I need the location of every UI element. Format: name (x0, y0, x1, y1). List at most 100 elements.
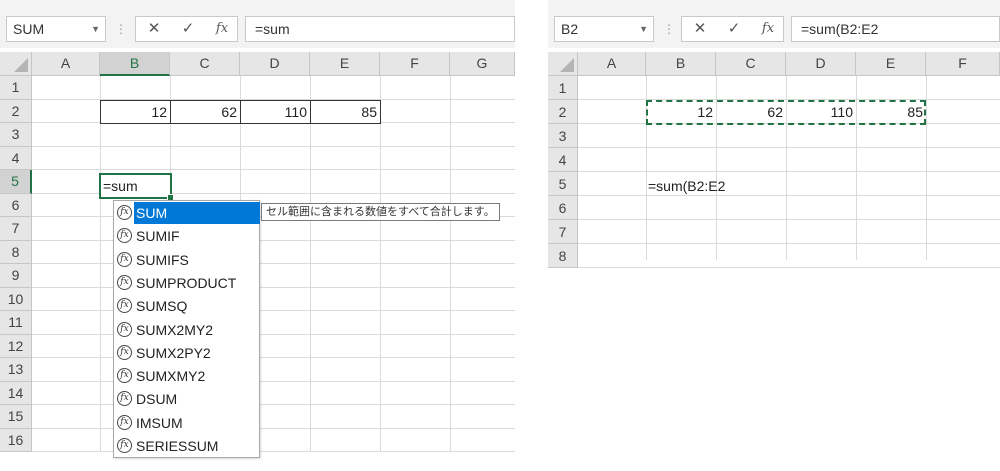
chevron-down-icon[interactable]: ▼ (639, 17, 648, 41)
cancel-icon[interactable]: ✕ (688, 17, 712, 41)
row-header-10[interactable]: 10 (0, 287, 32, 311)
cell-e2[interactable]: 85 (311, 100, 381, 124)
formula-input[interactable]: =sum(B2:E2 (791, 16, 1000, 42)
active-cell-text: =sum (103, 178, 138, 194)
autocomplete-item-label: SUMX2MY2 (136, 321, 214, 338)
row-header-9[interactable]: 9 (0, 264, 32, 288)
name-box[interactable]: SUM ▼ (6, 16, 106, 42)
cell-d2[interactable]: 110 (241, 100, 311, 124)
column-header-a[interactable]: A (578, 52, 646, 76)
row-header-8[interactable]: 8 (0, 240, 32, 264)
function-icon: fx (117, 298, 132, 314)
column-header-b[interactable]: B (646, 52, 716, 76)
column-header-e[interactable]: E (856, 52, 926, 76)
column-header-b[interactable]: B (100, 52, 170, 76)
row-header-1[interactable]: 1 (0, 76, 32, 100)
gridline-vertical (380, 76, 381, 452)
row-header-3[interactable]: 3 (548, 124, 578, 148)
autocomplete-item-label: SUMXMY2 (136, 368, 206, 385)
autocomplete-item-sum[interactable]: fx SUM (117, 202, 260, 224)
gridline-horizontal (32, 404, 515, 405)
function-icon: fx (117, 228, 132, 244)
row-header-12[interactable]: 12 (0, 334, 32, 358)
name-box-value: B2 (561, 21, 579, 37)
autocomplete-item-sumx2py2[interactable]: fx SUMX2PY2 (117, 342, 258, 364)
gridline-horizontal (32, 310, 515, 311)
formula-input[interactable]: =sum (245, 16, 515, 42)
gridline-horizontal (578, 195, 1000, 196)
autocomplete-item-sumproduct[interactable]: fx SUMPRODUCT (117, 272, 258, 294)
row-header-15[interactable]: 15 (0, 405, 32, 429)
autocomplete-item-label: SUMIFS (136, 251, 189, 268)
select-all-corner[interactable] (0, 52, 32, 76)
row-header-4[interactable]: 4 (548, 148, 578, 172)
row-header-3[interactable]: 3 (0, 123, 32, 147)
autocomplete-item-sumifs[interactable]: fx SUMIFS (117, 249, 258, 271)
column-header-g[interactable]: G (450, 52, 515, 76)
autocomplete-item-label: IMSUM (136, 414, 183, 431)
row-header-8[interactable]: 8 (548, 244, 578, 268)
gridline-horizontal (578, 171, 1000, 172)
gridline-horizontal (578, 147, 1000, 148)
gridline-horizontal (578, 243, 1000, 244)
function-tooltip: セル範囲に含まれる数値をすべて合計します。 (261, 203, 500, 221)
chevron-down-icon[interactable]: ▼ (91, 17, 100, 41)
name-box[interactable]: B2 ▼ (554, 16, 654, 42)
autocomplete-item-dsum[interactable]: fx DSUM (117, 388, 258, 410)
autocomplete-item-imsum[interactable]: fx IMSUM (117, 412, 258, 434)
column-header-f[interactable]: F (380, 52, 450, 76)
row-header-2[interactable]: 2 (0, 99, 32, 123)
column-header-f[interactable]: F (926, 52, 1000, 76)
insert-function-icon[interactable]: fx (210, 17, 234, 41)
gridline-horizontal (32, 333, 515, 335)
function-icon: fx (117, 251, 132, 267)
cancel-icon[interactable]: ✕ (142, 17, 166, 41)
row-header-6[interactable]: 6 (548, 196, 578, 220)
row-header-2[interactable]: 2 (548, 100, 578, 124)
row-header-1[interactable]: 1 (548, 76, 578, 100)
function-icon: fx (117, 391, 132, 407)
column-header-c[interactable]: C (170, 52, 240, 76)
function-icon: fx (117, 344, 132, 360)
function-buttons: ✕ ✓ fx (681, 16, 784, 42)
column-header-a[interactable]: A (32, 52, 100, 76)
insert-function-icon[interactable]: fx (756, 17, 780, 41)
autocomplete-item-seriessum[interactable]: fx SERIESSUM (117, 435, 258, 457)
gridline-horizontal (32, 380, 515, 382)
row-header-5[interactable]: 5 (548, 172, 578, 196)
separator-icon: ⋮ (663, 22, 675, 36)
enter-icon[interactable]: ✓ (722, 17, 746, 41)
gridline-horizontal (32, 357, 515, 358)
range-selection-b2-e2 (646, 100, 926, 125)
gridline-horizontal (32, 427, 515, 429)
function-icon: fx (117, 414, 132, 430)
select-all-corner[interactable] (548, 52, 578, 76)
gridline-vertical (100, 76, 101, 452)
row-header-6[interactable]: 6 (0, 193, 32, 217)
active-cell-b5[interactable]: =sum (99, 173, 174, 201)
enter-icon[interactable]: ✓ (176, 17, 200, 41)
column-header-c[interactable]: C (716, 52, 786, 76)
row-header-7[interactable]: 7 (548, 220, 578, 244)
row-header-13[interactable]: 13 (0, 358, 32, 382)
column-header-d[interactable]: D (786, 52, 856, 76)
cell-b2[interactable]: 12 (100, 100, 171, 124)
row-header-16[interactable]: 16 (0, 428, 32, 452)
column-header-e[interactable]: E (310, 52, 380, 76)
autocomplete-item-sumx2my2[interactable]: fx SUMX2MY2 (117, 319, 258, 341)
cell-b5[interactable]: =sum(B2:E2 (648, 174, 788, 198)
row-header-4[interactable]: 4 (0, 146, 32, 170)
autocomplete-item-sumsq[interactable]: fx SUMSQ (117, 295, 258, 317)
cell-c2[interactable]: 62 (171, 100, 241, 124)
row-header-11[interactable]: 11 (0, 311, 32, 335)
autocomplete-item-sumif[interactable]: fx SUMIF (117, 225, 258, 247)
function-icon: fx (117, 438, 132, 453)
function-icon: fx (117, 205, 132, 220)
function-icon: fx (117, 368, 132, 384)
gridline-horizontal (32, 263, 515, 264)
column-header-d[interactable]: D (240, 52, 310, 76)
autocomplete-item-sumxmy2[interactable]: fx SUMXMY2 (117, 365, 258, 387)
row-header-7[interactable]: 7 (0, 217, 32, 241)
row-header-14[interactable]: 14 (0, 381, 32, 405)
row-header-5[interactable]: 5 (0, 170, 32, 194)
